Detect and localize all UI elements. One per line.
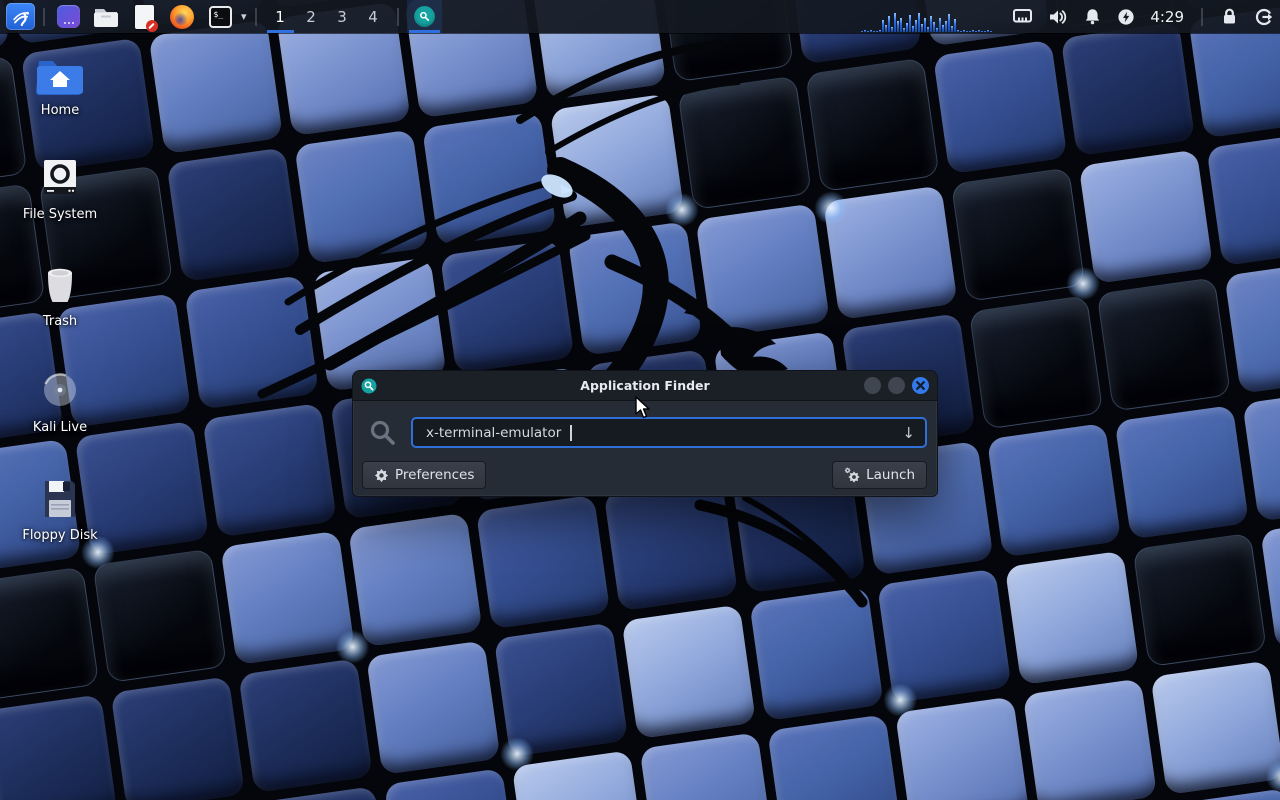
terminal-app-icon xyxy=(57,5,80,28)
terminal-dropdown-chevron[interactable]: ▾ xyxy=(241,10,247,23)
desktop-icon-label: Home xyxy=(41,103,79,118)
mouse-cursor xyxy=(634,396,654,420)
maximize-button[interactable] xyxy=(888,377,905,394)
top-panel: $_ ▾ 1 2 3 4 xyxy=(0,0,1280,33)
text-cursor xyxy=(570,425,572,441)
launcher-terminal-app[interactable] xyxy=(55,3,81,31)
workspace-button-3[interactable]: 3 xyxy=(327,0,358,33)
workspace-label: 3 xyxy=(337,8,347,26)
desktop-icon-trash[interactable]: Trash xyxy=(12,263,108,329)
network-ethernet-icon[interactable] xyxy=(1012,8,1033,25)
home-folder-icon xyxy=(36,54,84,96)
desktop-icon-label: Trash xyxy=(43,314,77,329)
desktop-icon-label: Kali Live xyxy=(33,420,87,435)
panel-separator xyxy=(1201,8,1203,26)
trash-can-icon xyxy=(36,263,84,307)
file-manager-icon xyxy=(93,6,119,28)
search-icon xyxy=(369,419,397,447)
workspace-label: 2 xyxy=(306,8,316,26)
minimize-button[interactable] xyxy=(864,377,881,394)
power-manager-icon[interactable] xyxy=(1117,8,1135,26)
clock[interactable]: 4:29 xyxy=(1150,8,1184,26)
close-icon xyxy=(916,381,925,390)
panel-separator xyxy=(43,8,45,26)
launch-run-icon xyxy=(844,467,860,483)
firefox-icon xyxy=(170,5,194,29)
desktop-icon-label: Floppy Disk xyxy=(22,528,97,543)
desktop-icon-floppy-disk[interactable]: Floppy Disk xyxy=(12,477,108,543)
text-editor-icon xyxy=(135,5,154,29)
hard-drive-icon xyxy=(36,156,84,200)
desktop-icon-home[interactable]: Home xyxy=(12,54,108,118)
search-input[interactable]: x-terminal-emulator ↓ xyxy=(411,417,927,448)
volume-icon[interactable] xyxy=(1048,8,1068,26)
desktop-icon-kali-live[interactable]: Kali Live xyxy=(12,369,108,435)
optical-disc-icon xyxy=(36,369,84,413)
panel-separator xyxy=(255,8,257,26)
workspace-button-4[interactable]: 4 xyxy=(358,0,389,33)
close-button[interactable] xyxy=(912,377,929,394)
notifications-bell-icon[interactable] xyxy=(1083,7,1102,26)
applications-menu-button[interactable] xyxy=(6,3,35,30)
application-finder-window: Application Finder x-terminal-emulator ↓ xyxy=(352,370,938,497)
window-title: Application Finder xyxy=(353,378,937,393)
launcher-file-manager[interactable] xyxy=(93,3,119,31)
launcher-text-editor[interactable] xyxy=(131,3,157,31)
kali-menu-icon xyxy=(11,7,31,27)
launch-button-label: Launch xyxy=(866,467,915,483)
taskbar-application-finder[interactable] xyxy=(407,0,442,33)
desktop-icon-file-system[interactable]: File System xyxy=(12,156,108,222)
lock-screen-icon[interactable] xyxy=(1220,7,1239,26)
floppy-disk-icon xyxy=(36,477,84,521)
history-dropdown-icon[interactable]: ↓ xyxy=(902,424,915,442)
preferences-button[interactable]: Preferences xyxy=(362,461,486,489)
launcher-terminal-emulator[interactable]: $_ xyxy=(207,3,233,31)
gear-icon xyxy=(374,468,389,483)
desktop-icon-label: File System xyxy=(23,207,97,222)
application-finder-task-icon xyxy=(414,6,435,27)
logout-icon[interactable] xyxy=(1254,7,1274,27)
desktop: Home File System Trash Kali Live xyxy=(0,0,1280,800)
search-input-value: x-terminal-emulator xyxy=(426,425,561,441)
panel-separator xyxy=(397,8,399,26)
launch-button[interactable]: Launch xyxy=(832,461,927,489)
terminal-icon: $_ xyxy=(209,6,232,28)
preferences-button-label: Preferences xyxy=(395,467,474,483)
launcher-firefox[interactable] xyxy=(169,3,195,31)
workspace-label: 1 xyxy=(275,8,285,26)
cpu-graph[interactable] xyxy=(861,0,993,33)
workspace-label: 4 xyxy=(368,8,378,26)
workspace-button-1[interactable]: 1 xyxy=(265,0,296,33)
workspace-button-2[interactable]: 2 xyxy=(296,0,327,33)
